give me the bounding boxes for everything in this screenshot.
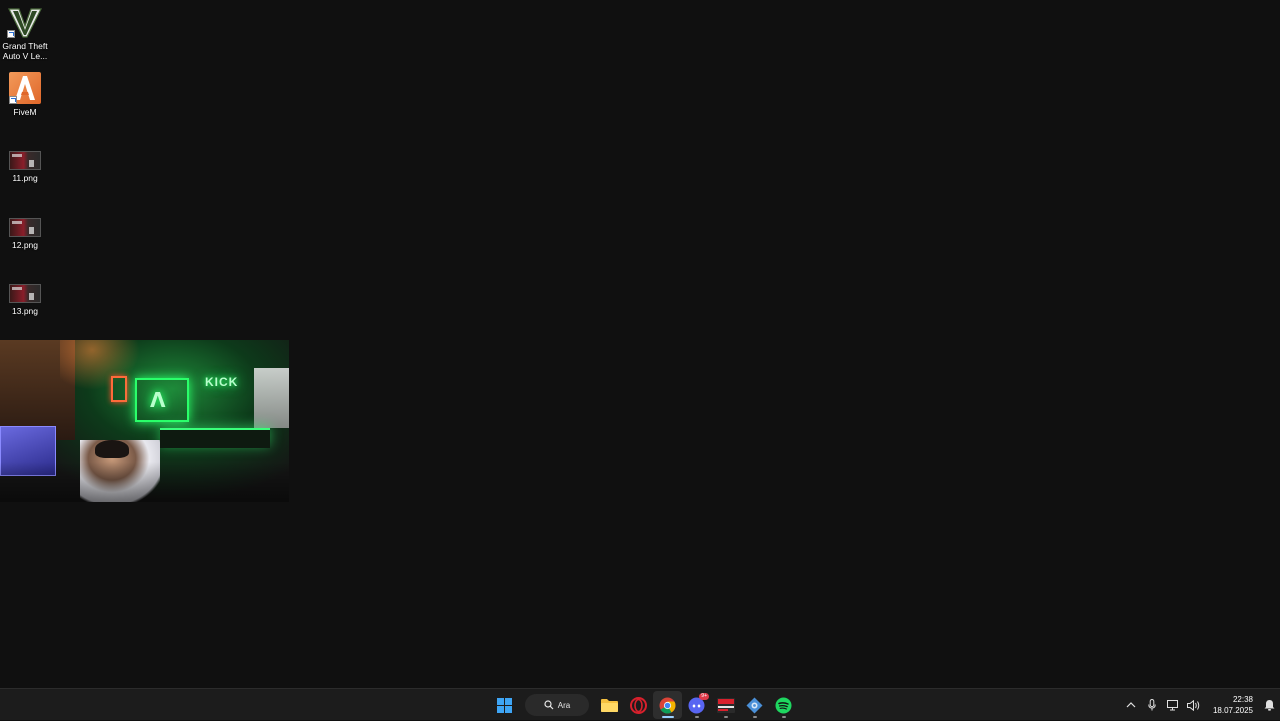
microphone-icon (1148, 699, 1157, 711)
image-thumbnail-icon (9, 151, 41, 170)
fivem-logo-icon (9, 72, 41, 104)
taskbar-discord[interactable]: 9+ (682, 691, 711, 719)
search-icon (544, 700, 554, 710)
taskbar-opera[interactable] (624, 691, 653, 719)
shortcut-arrow-icon (7, 30, 15, 38)
microphone-button[interactable] (1142, 691, 1163, 719)
network-button[interactable] (1163, 691, 1184, 719)
taskbar-file-explorer[interactable] (595, 691, 624, 719)
neon-hoop-sign (111, 376, 127, 402)
clock-date: 18.07.2025 (1212, 706, 1253, 715)
gta-v-logo-icon (7, 8, 43, 38)
taskbar-settings-app[interactable] (740, 691, 769, 719)
taskbar-spotify[interactable] (769, 691, 798, 719)
volume-button[interactable] (1184, 691, 1205, 719)
notification-bell-icon (1264, 700, 1274, 711)
system-tray: 22:38 18.07.2025 (1121, 689, 1280, 721)
desktop-icon-label: FiveM (13, 107, 37, 117)
desktop-icon-file-12[interactable]: 12.png (0, 218, 50, 250)
desktop-icon-label: Grand Theft Auto V Le... (2, 41, 48, 61)
desktop-icon-fivem[interactable]: FiveM (0, 72, 50, 117)
volume-icon (1187, 699, 1200, 711)
windows-icon (497, 697, 512, 713)
webcam-window (254, 368, 289, 428)
chrome-icon (659, 697, 676, 713)
network-icon (1166, 699, 1178, 710)
taskbar: Ara 9+ 22:38 18.07.2025 (0, 688, 1280, 720)
image-thumbnail-icon (9, 218, 41, 237)
notification-badge: 9+ (699, 693, 709, 700)
webcam-overlay: Λ KICK (0, 340, 289, 502)
video-editor-icon (716, 697, 735, 713)
search-label: Ara (557, 700, 571, 710)
streamer-hair (95, 440, 129, 458)
folder-icon (601, 699, 618, 712)
taskbar-chrome[interactable] (653, 691, 682, 719)
running-indicator (723, 716, 728, 718)
desktop-icon-label: 11.png (12, 173, 38, 183)
taskbar-apps: Ara 9+ (490, 689, 798, 721)
desktop[interactable]: Grand Theft Auto V Le... FiveM 11.png 12… (0, 0, 1280, 688)
show-hidden-icons-button[interactable] (1121, 691, 1142, 719)
running-indicator (694, 716, 699, 718)
desktop-icon-label: 12.png (12, 240, 38, 250)
desktop-icon-gta-v[interactable]: Grand Theft Auto V Le... (0, 8, 50, 61)
chevron-up-icon (1127, 702, 1136, 708)
clock-time: 22:38 (1232, 695, 1253, 704)
pool-table (160, 428, 270, 448)
webcam-light (60, 340, 140, 390)
start-button[interactable] (490, 691, 519, 719)
image-thumbnail-icon (9, 284, 41, 303)
running-indicator (661, 716, 674, 718)
webcam-floor (0, 462, 289, 502)
running-indicator (781, 716, 786, 718)
neon-logo: Λ (150, 388, 166, 412)
desktop-icon-label: 13.png (12, 306, 38, 316)
spotify-icon (775, 697, 792, 713)
shortcut-arrow-icon (9, 96, 17, 104)
running-indicator (752, 716, 757, 718)
taskbar-clock[interactable]: 22:38 18.07.2025 (1205, 694, 1258, 716)
taskbar-search[interactable]: Ara (525, 694, 589, 716)
gear-app-icon (746, 697, 763, 713)
neon-sign-text: KICK (205, 375, 239, 389)
notification-center-button[interactable] (1258, 691, 1280, 719)
desktop-icon-file-11[interactable]: 11.png (0, 151, 50, 183)
taskbar-video-editor[interactable] (711, 691, 740, 719)
desktop-icon-file-13[interactable]: 13.png (0, 284, 50, 316)
opera-icon (630, 696, 647, 714)
